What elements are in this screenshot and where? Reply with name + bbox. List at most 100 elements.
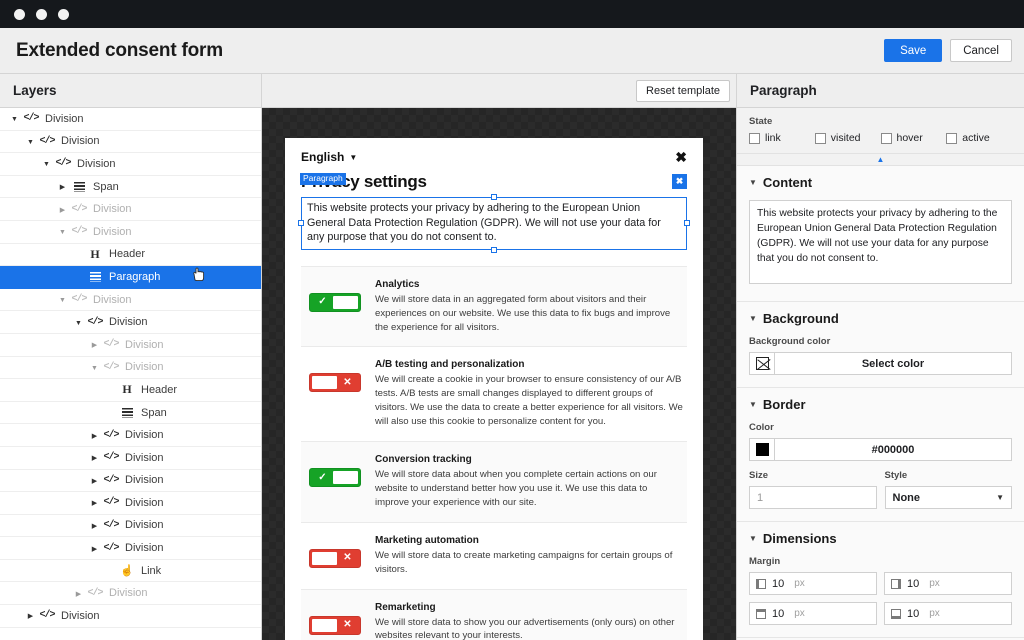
layer-row-division-0[interactable]: </> Division [0,108,261,131]
chevron-right-icon[interactable] [88,498,101,507]
layer-row-division-8[interactable]: </> Division [0,289,261,312]
layer-row-label: Division [109,316,148,329]
background-swatch-button[interactable] [750,353,775,374]
layer-row-division-17[interactable]: </> Division [0,492,261,515]
dimensions-section-header[interactable]: ▼ Dimensions [749,531,1012,546]
close-dot[interactable] [14,8,25,20]
layer-row-span-3[interactable]: Span [0,176,261,199]
layer-row-paragraph-7[interactable]: Paragraph [0,266,261,289]
chevron-right-icon[interactable] [56,205,69,214]
layer-row-division-2[interactable]: </> Division [0,153,261,176]
resize-handle-top[interactable] [491,194,497,200]
margin-top-input[interactable]: 10 px [749,602,877,625]
chevron-right-icon[interactable] [88,521,101,530]
chevron-down-icon[interactable] [24,137,37,146]
layer-row-division-9[interactable]: </> Division [0,311,261,334]
layer-row-span-13[interactable]: Span [0,402,261,425]
chevron-right-icon[interactable] [88,431,101,440]
border-color-value[interactable]: #000000 [775,439,1011,460]
state-checkbox-hover[interactable]: hover [880,132,947,144]
resize-handle-bottom[interactable] [491,246,497,253]
chevron-right-icon[interactable] [88,544,101,553]
chevron-right-icon[interactable] [56,182,69,191]
border-color-control[interactable]: #000000 [749,438,1012,461]
dialog-close-icon[interactable]: ✖ [675,150,687,164]
layer-row-division-4[interactable]: </> Division [0,198,261,221]
background-color-value[interactable]: Select color [775,353,1011,374]
consent-toggle-off[interactable]: ✕ [309,548,361,568]
layer-row-division-21[interactable]: </> Division [0,582,261,606]
margin-left-input[interactable]: 10 px [749,572,877,595]
consent-toggle-on[interactable]: ✓ [309,468,361,488]
chevron-down-icon[interactable] [40,159,53,168]
layer-row-division-11[interactable]: </> Division [0,357,261,380]
chevron-right-icon[interactable] [72,589,85,598]
app-header: Extended consent form Save Cancel [0,28,1024,74]
chevron-down-icon[interactable] [8,114,21,123]
consent-toggle-off[interactable]: ✕ [309,373,361,393]
consent-toggle-on[interactable]: ✓ [309,292,361,312]
layer-row-division-1[interactable]: </> Division [0,131,261,154]
border-style-select[interactable]: None ▼ [884,486,1012,509]
layer-row-label: Division [125,338,164,351]
layers-tree[interactable]: </> Division </> Division </> Division Span </>… [0,108,261,640]
delete-element-button[interactable]: ✖ [672,174,687,189]
code-icon: </> [71,226,87,238]
checkbox-icon[interactable] [880,132,892,144]
chevron-down-icon[interactable] [88,363,101,372]
layer-row-division-19[interactable]: </> Division [0,537,261,560]
layer-row-division-5[interactable]: </> Division [0,221,261,244]
content-textarea[interactable] [749,200,1012,284]
layer-row-division-10[interactable]: </> Division [0,334,261,357]
reset-template-button[interactable]: Reset template [636,79,730,102]
cancel-button[interactable]: Cancel [950,39,1012,62]
background-section-header[interactable]: ▼ Background [749,311,1012,326]
maximize-dot[interactable] [58,8,69,20]
chevron-down-icon[interactable] [56,295,69,304]
resize-handle-left[interactable] [298,220,304,227]
border-section-title: Border [762,397,806,412]
margin-right-input[interactable]: 10 px [884,572,1012,595]
link-icon: ☝ [120,565,134,578]
layer-row-header-12[interactable]: H Header [0,379,261,402]
chevron-right-icon[interactable] [88,453,101,462]
consent-toggle-off[interactable]: ✕ [309,615,361,635]
layer-row-division-15[interactable]: </> Division [0,447,261,470]
border-swatch-button[interactable] [750,439,775,460]
layer-row-division-18[interactable]: </> Division [0,515,261,538]
content-section-header[interactable]: ▼ Content [749,175,1012,190]
border-size-input[interactable] [749,486,877,509]
checkbox-icon[interactable] [946,132,958,144]
checkbox-icon[interactable] [814,132,826,144]
border-style-label: Style [884,470,908,481]
state-checkbox-active[interactable]: active [946,132,1012,144]
state-checkbox-visited[interactable]: visited [814,132,881,144]
canvas-viewport[interactable]: English ▼ ✖ Privacy settings Paragraph ✖… [262,108,736,640]
span-icon [117,407,137,418]
minimize-dot[interactable] [36,8,47,20]
chevron-right-icon[interactable] [88,340,101,349]
language-selector[interactable]: English ▼ [301,150,357,164]
layer-row-division-22[interactable]: </> Division [0,605,261,628]
margin-bottom-input[interactable]: 10 px [884,602,1012,625]
margin-unit: px [929,578,940,589]
chevron-right-icon[interactable] [88,476,101,485]
layer-row-header-6[interactable]: H Header [0,244,261,267]
save-button[interactable]: Save [884,39,943,62]
layer-row-division-14[interactable]: </> Division [0,424,261,447]
window-titlebar [0,0,1024,28]
resize-handle-right[interactable] [684,220,690,227]
chevron-down-icon[interactable] [72,318,85,327]
layer-row-label: Header [109,248,146,261]
chevron-down-icon[interactable] [56,227,69,236]
layer-row-division-16[interactable]: </> Division [0,470,261,493]
chevron-right-icon[interactable] [24,611,37,620]
checkbox-icon[interactable] [749,132,760,144]
layer-row-link-20[interactable]: ☝ Link [0,560,261,583]
state-option-label: visited [830,132,861,144]
background-color-control[interactable]: Select color [749,352,1012,375]
state-checkbox-link[interactable]: link [749,132,815,144]
border-section-header[interactable]: ▼ Border [749,397,1012,412]
collapse-state-section-button[interactable]: ▲ [737,154,1024,166]
selected-paragraph-element[interactable]: This website protects your privacy by ad… [298,194,690,253]
